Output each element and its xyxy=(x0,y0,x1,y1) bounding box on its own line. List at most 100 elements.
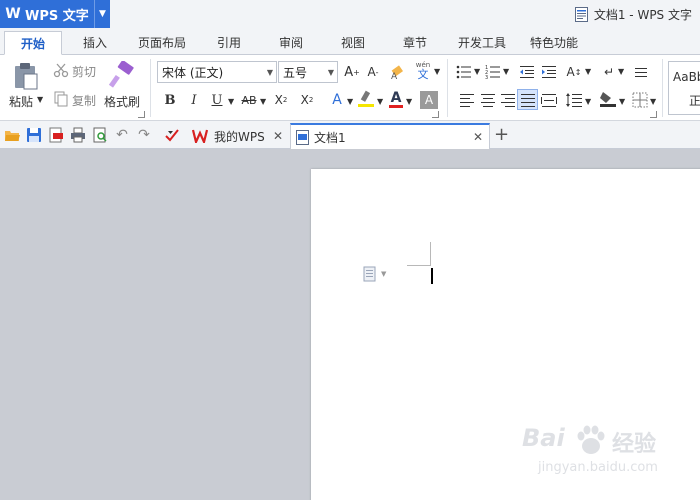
increase-indent-icon[interactable] xyxy=(540,63,558,81)
highlight-icon[interactable] xyxy=(356,89,376,109)
superscript-icon[interactable]: X2 xyxy=(272,91,290,109)
strikethrough-dropdown-icon[interactable]: ▼ xyxy=(260,97,266,106)
paste-button[interactable] xyxy=(10,61,42,91)
cut-button[interactable]: 剪切 xyxy=(72,63,96,80)
style-gallery-normal[interactable]: AaBb 正 xyxy=(668,61,700,115)
app-menu-dropdown-icon[interactable]: ▼ xyxy=(94,0,110,28)
redo-icon[interactable]: ↷ xyxy=(136,127,152,143)
borders-dropdown-icon[interactable]: ▼ xyxy=(650,97,656,106)
font-name-select[interactable]: 宋体 (正文) ▼ xyxy=(157,61,277,83)
tab-review[interactable]: 审阅 xyxy=(266,31,316,55)
shading-dropdown-icon[interactable]: ▼ xyxy=(619,97,625,106)
font-launcher-icon[interactable] xyxy=(432,111,439,118)
open-folder-icon[interactable] xyxy=(4,127,20,143)
doc-tab-my-wps[interactable]: 我的WPS ✕ xyxy=(186,123,289,149)
watermark-url: jingyan.baidu.com xyxy=(538,460,658,475)
copy-button[interactable]: 复制 xyxy=(72,92,96,109)
customize-quick-access-icon[interactable] xyxy=(164,127,180,143)
subscript-icon[interactable]: X2 xyxy=(298,91,316,109)
change-case-icon[interactable]: A ↕ xyxy=(564,62,584,82)
align-center-icon[interactable] xyxy=(479,91,497,109)
save-icon[interactable] xyxy=(26,127,42,143)
clipboard-launcher-icon[interactable] xyxy=(138,111,145,118)
close-icon[interactable]: ✕ xyxy=(273,129,283,143)
new-tab-plus-icon[interactable]: + xyxy=(494,124,509,145)
show-marks-icon[interactable]: ↵ xyxy=(600,63,618,81)
underline-dropdown-icon[interactable]: ▼ xyxy=(228,97,234,106)
export-pdf-icon[interactable] xyxy=(48,127,64,143)
group-separator xyxy=(662,59,663,117)
app-name: WPS 文字 xyxy=(25,8,89,24)
numbered-list-icon[interactable]: 123 xyxy=(484,63,502,81)
baidu-jingyan-watermark: Bai 经验 jingyan.baidu.com xyxy=(520,420,700,500)
show-marks-dropdown-icon[interactable]: ▼ xyxy=(618,67,624,76)
tab-special-features[interactable]: 特色功能 xyxy=(522,31,586,55)
font-size-value: 五号 xyxy=(283,65,308,80)
text-effect-dropdown-icon[interactable]: ▼ xyxy=(347,97,353,106)
tab-home[interactable]: 开始 xyxy=(4,31,62,55)
phonetic-dropdown-icon[interactable]: ▼ xyxy=(434,67,440,76)
window-title: 文档1 - WPS 文字 xyxy=(574,0,692,28)
bullet-list-icon[interactable] xyxy=(455,63,473,81)
grow-font-icon[interactable]: A + xyxy=(343,63,361,81)
doc-tab-label: 文档1 xyxy=(314,130,346,145)
bold-icon[interactable]: B xyxy=(161,91,179,109)
font-color-letter: A xyxy=(390,89,402,106)
decrease-indent-icon[interactable] xyxy=(518,63,536,81)
line-spacing-dropdown-icon[interactable]: ▼ xyxy=(585,97,591,106)
shrink-font-icon[interactable]: A- xyxy=(364,63,382,81)
group-separator xyxy=(447,59,448,117)
svg-text:3: 3 xyxy=(485,75,488,80)
line-spacing-icon[interactable] xyxy=(565,91,583,109)
font-size-select[interactable]: 五号 ▼ xyxy=(278,61,338,83)
align-right-icon[interactable] xyxy=(499,91,517,109)
print-preview-icon[interactable] xyxy=(92,127,108,143)
text-effect-icon[interactable]: A xyxy=(328,91,346,109)
format-painter-icon[interactable] xyxy=(108,59,136,91)
numbered-dropdown-icon[interactable]: ▼ xyxy=(503,67,509,76)
align-left-icon[interactable] xyxy=(458,91,476,109)
chevron-down-icon: ▼ xyxy=(327,68,334,77)
app-menu-button[interactable]: W WPS 文字 ▼ xyxy=(0,0,110,28)
font-color-dropdown-icon[interactable]: ▼ xyxy=(406,97,412,106)
copy-icon[interactable] xyxy=(52,90,70,108)
group-separator xyxy=(150,59,151,117)
ribbon-tab-bar: 开始 插入 页面布局 引用 审阅 视图 章节 开发工具 特色功能 xyxy=(0,28,700,55)
format-painter-button[interactable]: 格式刷 xyxy=(104,93,140,110)
undo-icon[interactable]: ↶ xyxy=(114,127,130,143)
close-icon[interactable]: ✕ xyxy=(473,130,483,144)
style-name: 正 xyxy=(689,94,700,108)
strikethrough-icon[interactable]: AB xyxy=(238,91,260,109)
underline-icon[interactable]: U xyxy=(208,91,226,109)
paste-dropdown-icon[interactable]: ▼ xyxy=(37,95,43,104)
italic-icon[interactable]: I xyxy=(185,91,203,109)
change-case-dropdown-icon[interactable]: ▼ xyxy=(585,67,591,76)
tab-developer[interactable]: 开发工具 xyxy=(450,31,514,55)
phonetic-guide-icon[interactable]: wén 文 xyxy=(412,60,434,82)
tab-page-layout[interactable]: 页面布局 xyxy=(130,31,194,55)
font-color-icon[interactable]: A xyxy=(387,89,405,109)
bullet-dropdown-icon[interactable]: ▼ xyxy=(474,67,480,76)
paragraph-launcher-icon[interactable] xyxy=(650,111,657,118)
sort-icon[interactable] xyxy=(632,63,650,81)
tab-section[interactable]: 章节 xyxy=(390,31,440,55)
tab-view[interactable]: 视图 xyxy=(328,31,378,55)
highlight-dropdown-icon[interactable]: ▼ xyxy=(377,97,383,106)
shading-icon[interactable] xyxy=(598,89,618,109)
justify-icon[interactable] xyxy=(517,89,538,110)
font-color-swatch xyxy=(389,104,403,108)
scissors-icon[interactable] xyxy=(52,61,70,79)
distributed-align-icon[interactable] xyxy=(540,91,558,109)
paste-label[interactable]: 粘贴 xyxy=(9,93,33,110)
borders-icon[interactable] xyxy=(631,91,649,109)
clear-format-icon[interactable]: A xyxy=(389,63,407,81)
doc-tab-document1[interactable]: 文档1 ✕ xyxy=(290,123,490,149)
tab-insert[interactable]: 插入 xyxy=(70,31,120,55)
print-icon[interactable] xyxy=(70,127,86,143)
character-shading-icon[interactable]: A xyxy=(420,91,438,109)
style-preview-text: AaBb xyxy=(673,70,700,84)
tab-references[interactable]: 引用 xyxy=(204,31,254,55)
chevron-down-icon: ▼ xyxy=(266,68,273,77)
document-icon xyxy=(574,6,588,22)
paragraph-layout-icon[interactable]: ▼ xyxy=(363,266,393,282)
